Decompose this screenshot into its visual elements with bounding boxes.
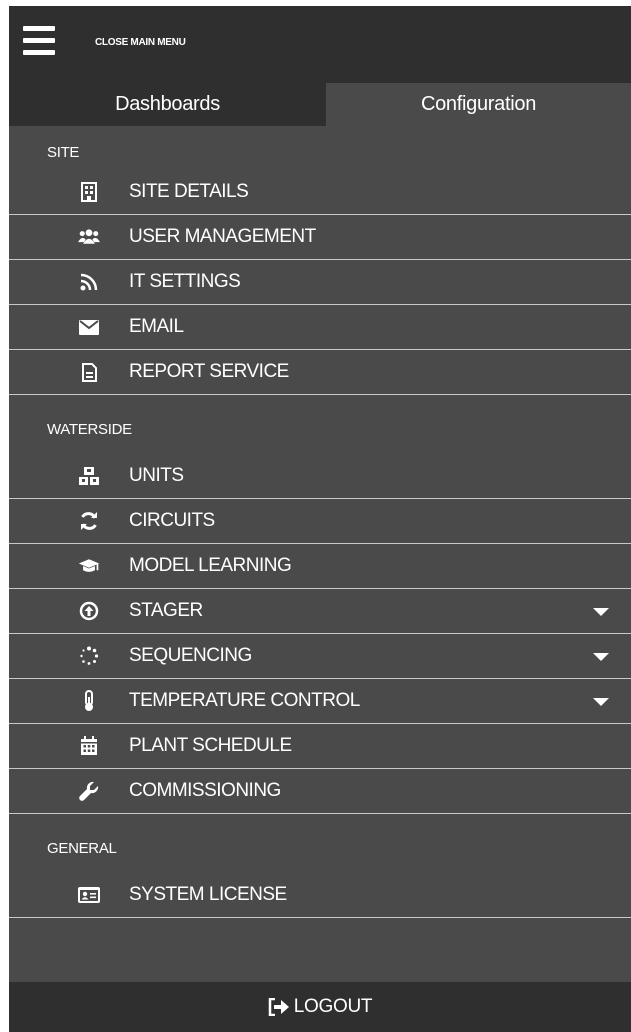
section-header-general: GENERAL [47,840,117,857]
menu-item-label: TEMPERATURE CONTROL [129,690,360,711]
menu-item-system-license[interactable]: SYSTEM LICENSE [9,873,631,918]
menu-item-label: IT SETTINGS [129,271,241,292]
menu-item-site-details[interactable]: SITE DETAILS [9,170,631,215]
calendar-icon [78,735,100,757]
tab-dashboards[interactable]: Dashboards [9,83,326,126]
menu-item-report-service[interactable]: REPORT SERVICE [9,350,631,395]
caret-down-icon[interactable] [593,653,609,661]
cubes-icon [78,465,100,487]
menu-item-user-management[interactable]: USER MANAGEMENT [9,215,631,260]
menu-item-label: USER MANAGEMENT [129,226,316,247]
refresh-icon [78,510,100,532]
section-header-site: SITE [47,144,80,161]
logout-label: LOGOUT [293,996,373,1017]
menu-item-sequencing[interactable]: SEQUENCING [9,634,631,679]
menu-item-label: SEQUENCING [129,645,252,666]
menu-item-circuits[interactable]: CIRCUITS [9,499,631,544]
logout-button[interactable]: LOGOUT [9,982,631,1032]
menu-item-label: EMAIL [129,316,184,337]
menu-item-label: SITE DETAILS [129,181,249,202]
menu-item-label: COMMISSIONING [129,780,281,801]
caret-down-icon[interactable] [593,698,609,706]
document-icon [78,361,100,383]
menu-item-label: STAGER [129,600,203,621]
menu-item-label: UNITS [129,465,184,486]
menu-header: CLOSE MAIN MENU [9,6,631,83]
id-card-icon [78,884,100,906]
menu-item-commissioning[interactable]: COMMISSIONING [9,769,631,814]
arrow-circle-up-icon [78,600,100,622]
main-menu-panel: CLOSE MAIN MENU Dashboards Configuration… [9,6,631,1032]
building-icon [78,181,100,203]
envelope-icon [78,316,100,338]
wrench-icon [78,780,100,802]
tab-configuration[interactable]: Configuration [326,83,631,126]
menu-item-model-learning[interactable]: MODEL LEARNING [9,544,631,589]
menu-item-label: PLANT SCHEDULE [129,735,292,756]
spinner-icon [78,645,100,667]
graduation-cap-icon [78,555,100,577]
thermometer-icon [78,690,100,712]
menu-item-label: SYSTEM LICENSE [129,884,287,905]
menu-item-it-settings[interactable]: IT SETTINGS [9,260,631,305]
hamburger-menu-icon[interactable] [23,26,55,60]
menu-item-stager[interactable]: STAGER [9,589,631,634]
menu-item-temperature-control[interactable]: TEMPERATURE CONTROL [9,679,631,724]
menu-item-plant-schedule[interactable]: PLANT SCHEDULE [9,724,631,769]
caret-down-icon[interactable] [593,608,609,616]
rss-icon [78,271,100,293]
menu-item-label: REPORT SERVICE [129,361,289,382]
menu-item-label: MODEL LEARNING [129,555,292,576]
section-header-waterside: WATERSIDE [47,421,132,438]
menu-item-label: CIRCUITS [129,510,215,531]
menu-tabs: Dashboards Configuration [9,83,631,126]
sign-out-icon [268,998,289,1016]
users-icon [78,226,100,248]
menu-item-units[interactable]: UNITS [9,454,631,499]
menu-item-email[interactable]: EMAIL [9,305,631,350]
close-main-menu-button[interactable]: CLOSE MAIN MENU [95,37,186,48]
